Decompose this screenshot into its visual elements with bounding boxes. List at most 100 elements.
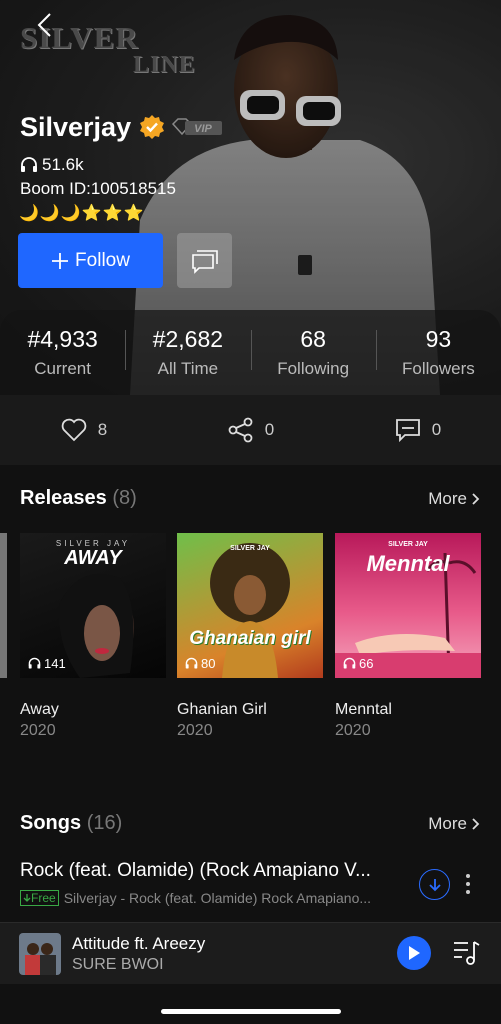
share-button[interactable]: 0 (167, 416, 334, 444)
cover-title: Ghanaian girl (189, 628, 311, 649)
vip-diamond-icon: VIP (171, 118, 222, 136)
chevron-right-icon (472, 817, 480, 830)
release-plays-value: 80 (201, 656, 216, 671)
release-title: Ghanian Girl (177, 701, 267, 718)
cover-artist: SILVER JAY (388, 541, 428, 548)
stat-all-time[interactable]: #2,682 All Time (125, 310, 250, 395)
stat-value: #2,682 (152, 326, 224, 352)
songs-count: (16) (86, 812, 123, 834)
stat-value: #4,933 (27, 326, 98, 352)
now-playing-title: Attitude ft. Areezy (72, 934, 206, 953)
more-options-icon[interactable] (462, 872, 474, 896)
song-subtitle: Free Silverjay - Rock (feat. Olamide) Ro… (20, 890, 410, 906)
level-badges: 🌙🌙🌙⭐⭐⭐ (19, 205, 145, 222)
release-cover[interactable]: SILVER JAY Menntal 66 (335, 533, 481, 678)
releases-title: Releases (8) (20, 487, 137, 510)
headphones-icon (28, 657, 41, 669)
release-plays: 141 (28, 656, 66, 671)
release-plays: 80 (185, 656, 215, 671)
cover-title: AWAY (64, 547, 122, 569)
release-card-ghanian-girl[interactable]: SILVER JAY Ghanaian girl 80 Ghanian Girl… (177, 533, 323, 740)
release-title: Menntal (335, 701, 392, 718)
comment-button[interactable]: 0 (334, 416, 501, 444)
releases-count: (8) (112, 487, 137, 509)
release-cover[interactable]: SILVER JAY AWAY 141 (20, 533, 166, 678)
release-year: 2020 (335, 722, 371, 739)
social-actions: 8 0 0 (0, 395, 501, 465)
vip-badge: VIP (171, 117, 223, 137)
songs-title: Songs (16) (20, 812, 122, 835)
share-icon (228, 417, 253, 443)
artist-name: Silverjay (20, 112, 132, 142)
stat-following[interactable]: 68 Following (250, 310, 376, 395)
download-button[interactable] (419, 869, 450, 900)
release-plays: 66 (343, 656, 373, 671)
songs-header: Songs (16) More (20, 812, 481, 835)
release-card-menntal[interactable]: SILVER JAY Menntal 66 Menntal 2020 (335, 533, 481, 740)
playlist-icon[interactable] (451, 938, 481, 968)
now-playing-artist: SURE BWOI (72, 956, 164, 973)
more-label: More (428, 488, 467, 508)
listen-count-value: 51.6k (42, 155, 84, 174)
more-label: More (428, 813, 467, 833)
like-count: 8 (97, 420, 108, 439)
brand-logo-line2: LINE (133, 52, 196, 78)
chevron-right-icon (472, 492, 480, 505)
follow-button[interactable]: Follow (18, 233, 163, 288)
back-icon[interactable] (30, 10, 60, 40)
headphones-icon (185, 657, 198, 669)
follow-label: Follow (75, 249, 130, 271)
comment-count: 0 (431, 420, 442, 439)
release-plays-value: 141 (44, 656, 66, 671)
release-cover-partial[interactable] (0, 533, 7, 678)
share-count: 0 (264, 420, 275, 439)
verified-badge-icon (140, 115, 164, 139)
vip-label: VIP (194, 123, 212, 135)
release-plays-value: 66 (359, 656, 374, 671)
free-badge-label: Free (31, 891, 56, 905)
releases-title-text: Releases (20, 487, 107, 509)
stat-label: All Time (157, 359, 219, 378)
heart-icon (61, 418, 87, 442)
arrow-down-icon (23, 894, 31, 902)
stat-label: Following (277, 359, 350, 378)
like-button[interactable]: 8 (0, 416, 167, 444)
release-title: Away (20, 701, 59, 718)
home-indicator[interactable] (161, 1009, 341, 1014)
songs-title-text: Songs (20, 812, 82, 834)
message-button[interactable] (177, 233, 232, 288)
free-badge: Free (20, 890, 59, 906)
release-year: 2020 (20, 722, 56, 739)
download-icon (428, 878, 441, 891)
stat-label: Current (34, 359, 91, 378)
play-icon (409, 946, 420, 960)
song-title: Rock (feat. Olamide) (Rock Amapiano V... (20, 860, 371, 881)
headphones-icon (21, 157, 37, 172)
songs-more-link[interactable]: More (428, 814, 481, 834)
headphones-icon (343, 657, 356, 669)
stat-value: 93 (425, 326, 452, 352)
listen-count: 51.6k (20, 155, 84, 175)
boom-id: Boom ID:100518515 (20, 179, 176, 198)
comment-icon (395, 419, 420, 443)
cover-title: Menntal (366, 551, 450, 576)
plus-icon (52, 252, 69, 269)
play-button[interactable] (397, 936, 431, 970)
mini-player[interactable]: Attitude ft. Areezy SURE BWOI (0, 922, 501, 984)
releases-more-link[interactable]: More (428, 489, 481, 509)
song-row[interactable]: Rock (feat. Olamide) (Rock Amapiano V...… (0, 852, 501, 912)
stat-followers[interactable]: 93 Followers (375, 310, 501, 395)
song-artist-album: Silverjay - Rock (feat. Olamide) Rock Am… (63, 890, 372, 906)
stats-bar: #4,933 Current #2,682 All Time 68 Follow… (0, 310, 501, 395)
stat-current[interactable]: #4,933 Current (0, 310, 125, 395)
release-cover[interactable]: SILVER JAY Ghanaian girl 80 (177, 533, 323, 678)
artwork-image (19, 933, 61, 975)
cover-artist: SILVER JAY (230, 545, 270, 552)
message-icon (191, 249, 218, 274)
releases-carousel[interactable]: SILVER JAY AWAY 141 Away 2020 SILVER JAY… (0, 533, 501, 748)
release-card-away[interactable]: SILVER JAY AWAY 141 Away 2020 (20, 533, 166, 740)
stat-label: Followers (402, 359, 475, 378)
releases-header: Releases (8) More (20, 487, 481, 510)
now-playing-artwork[interactable] (19, 933, 61, 975)
stat-value: 68 (300, 326, 326, 352)
